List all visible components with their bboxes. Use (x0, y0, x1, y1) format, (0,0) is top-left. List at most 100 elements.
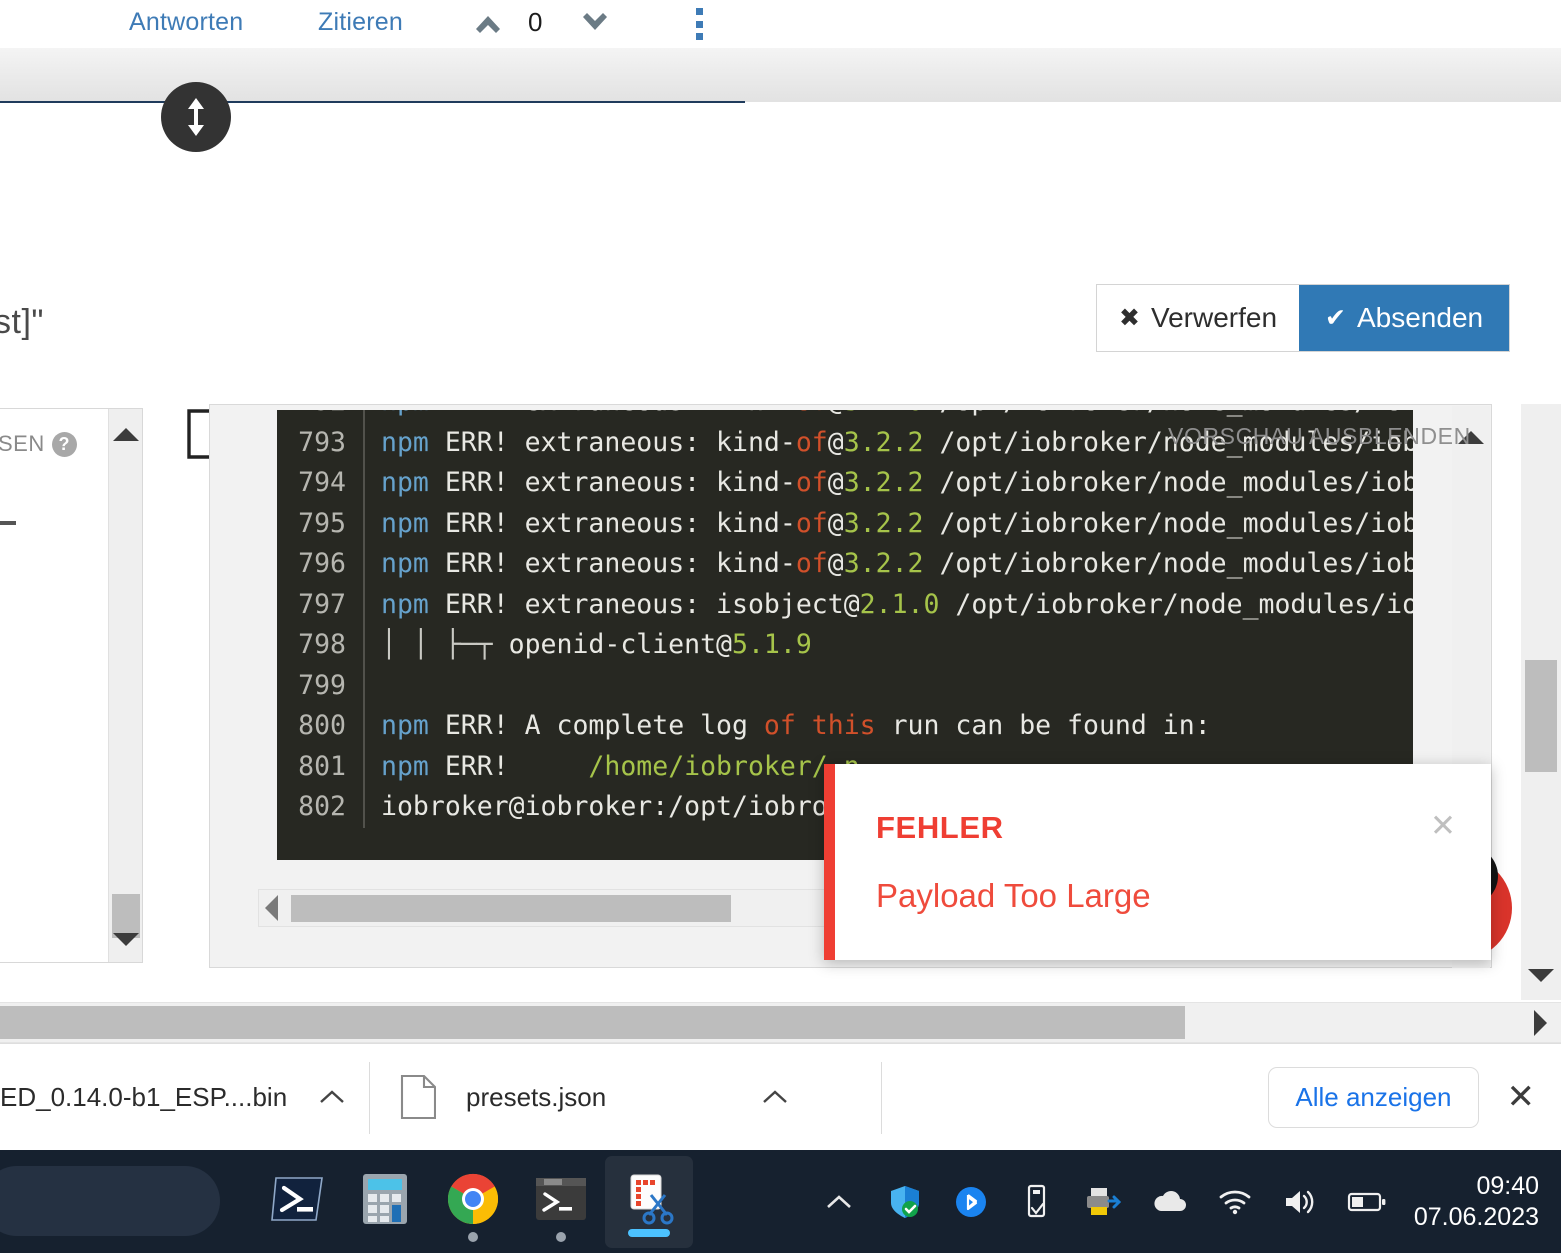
terminal-text: of (796, 410, 828, 417)
terminal-line-number: 794 (277, 463, 365, 504)
terminal-text: npm (381, 710, 429, 741)
terminal-text: @ (827, 507, 844, 539)
upvote-icon[interactable] (470, 8, 506, 38)
taskbar-clock[interactable]: 09:40 07.06.2023 (1400, 1171, 1561, 1233)
terminal-line: 796 npm ERR! extraneous: kind-of@3.2.2 /o… (277, 544, 1413, 585)
download-item-bin[interactable]: ED_0.14.0-b1_ESP....bin (0, 1044, 370, 1151)
error-toast: FEHLER Payload Too Large ✕ (824, 764, 1491, 960)
terminal-text: npm (381, 548, 429, 579)
taskbar-app-snipping-tool[interactable] (605, 1155, 693, 1248)
terminal-text: @ (827, 548, 844, 579)
terminal-text: of (795, 507, 828, 539)
terminal-text: 5.1.0 (844, 410, 924, 417)
page-horizontal-scrollbar[interactable] (0, 1002, 1561, 1043)
scroll-right-icon[interactable] (1534, 1010, 1547, 1036)
safely-remove-usb-icon[interactable] (1004, 1150, 1070, 1253)
cross-icon: ✖ (1119, 303, 1140, 332)
vertical-resize-icon[interactable] (161, 82, 231, 152)
chrome-icon (446, 1172, 500, 1231)
terminal-text: npm (381, 507, 429, 539)
quote-link[interactable]: Zitieren (318, 8, 403, 37)
terminal-line-number: 797 (277, 584, 365, 625)
terminal-text: /opt/iobroker/node_modules/iobro (923, 548, 1413, 579)
scroll-up-icon[interactable] (1454, 420, 1488, 454)
terminal-text: npm (381, 588, 429, 620)
taskbar-app-chrome[interactable] (429, 1150, 517, 1253)
discard-button[interactable]: ✖ Verwerfen (1097, 285, 1300, 351)
snipping-tool-icon (623, 1171, 675, 1232)
terminal-text: npm (381, 426, 429, 458)
terminal-text: /opt/iobroker/node_modules/iobro (923, 507, 1413, 539)
reply-link[interactable]: Antworten (129, 8, 243, 37)
calculator-icon (360, 1172, 410, 1231)
submit-button[interactable]: ✔ Absenden (1299, 285, 1510, 351)
vote-count: 0 (528, 7, 543, 37)
terminal-text: /opt/iobroker/node_modules/iobro (923, 426, 1413, 458)
bluetooth-icon[interactable] (938, 1150, 1004, 1253)
show-hidden-icons-icon[interactable] (806, 1150, 872, 1253)
terminal-text: @ (828, 410, 844, 417)
printer-icon[interactable] (1070, 1150, 1136, 1253)
terminal-line-number: 792 (277, 410, 365, 423)
kebab-menu-icon[interactable] (692, 8, 712, 40)
toast-message: Payload Too Large (876, 877, 1151, 914)
onedrive-icon[interactable] (1136, 1150, 1202, 1253)
volume-icon[interactable] (1268, 1150, 1334, 1253)
terminal-line: 792 npm ERR! extraneous: kind-of@5.1.0 /o… (277, 410, 1413, 423)
post-title-fragment: st]" (0, 303, 44, 341)
terminal-text: /home/iobroker/.n (588, 750, 860, 782)
show-all-downloads-button[interactable]: Alle anzeigen (1268, 1066, 1479, 1128)
terminal-text: ERR! extraneous: isobject@ (428, 588, 860, 620)
side-panel-label-group: SEN ? (0, 431, 77, 457)
page-vertical-scrollbar[interactable] (1521, 404, 1561, 1000)
terminal-line-number: 802 (277, 787, 365, 828)
powershell-icon (270, 1172, 324, 1231)
terminal-text: @ (827, 467, 844, 498)
terminal-text: @ (827, 426, 844, 458)
terminal-text: of (795, 426, 828, 458)
chevron-up-icon[interactable] (313, 1078, 351, 1116)
taskbar-search-box[interactable] (0, 1166, 220, 1236)
scrollbar-thumb[interactable] (0, 1006, 1185, 1039)
terminal-text: of this (763, 710, 876, 741)
terminal-text: 3.2.2 (843, 467, 924, 498)
terminal-line: 800 npm ERR! A complete log of this run c… (277, 706, 1413, 747)
terminal-text: │ │ ├─┬ (381, 629, 509, 660)
scrollbar-thumb[interactable] (291, 895, 731, 922)
battery-icon[interactable] (1334, 1150, 1400, 1253)
wifi-icon[interactable] (1202, 1150, 1268, 1253)
terminal-text: npm (381, 410, 429, 417)
editor-zone: st]" ✖ Verwerfen ✔ Absenden (0, 103, 1561, 459)
scroll-left-icon[interactable] (265, 895, 278, 921)
side-panel-scrollbar[interactable] (108, 409, 142, 962)
scroll-up-icon[interactable] (109, 417, 143, 451)
file-icon (400, 1074, 437, 1120)
close-icon[interactable]: ✕ (1430, 810, 1456, 841)
terminal-line-number: 798 (277, 625, 365, 666)
windows-defender-icon[interactable] (872, 1150, 938, 1253)
side-panel-dash (0, 521, 16, 525)
terminal-line-number: 796 (277, 544, 365, 585)
discard-button-label: Verwerfen (1150, 302, 1278, 333)
terminal-text: ERR! extraneous: kind- (428, 507, 796, 539)
submit-button-label: Absenden (1356, 302, 1484, 333)
running-indicator (468, 1232, 478, 1242)
terminal-text: 3.2.2 (843, 548, 924, 579)
terminal-line: 793 npm ERR! extraneous: kind-of@3.2.2 /o… (277, 422, 1413, 463)
scroll-down-icon[interactable] (109, 922, 143, 956)
close-icon[interactable]: ✕ (1507, 1077, 1536, 1117)
terminal-icon (534, 1176, 588, 1227)
downvote-icon[interactable] (577, 8, 613, 38)
question-mark-icon[interactable]: ? (51, 431, 77, 457)
terminal-line: 794 npm ERR! extraneous: kind-of@3.2.2 /o… (277, 463, 1413, 504)
taskbar-app-terminal[interactable] (517, 1150, 605, 1253)
terminal-text: openid-client@ (508, 629, 733, 660)
terminal-text: npm (381, 750, 429, 782)
scrollbar-thumb[interactable] (1525, 660, 1557, 772)
taskbar-app-calculator[interactable] (341, 1150, 429, 1253)
scroll-down-icon[interactable] (1524, 958, 1558, 992)
taskbar-app-powershell[interactable] (253, 1150, 341, 1253)
chevron-up-icon[interactable] (756, 1078, 794, 1116)
download-item-json[interactable]: presets.json (370, 1044, 882, 1151)
terminal-text: ERR! extraneous: kind- (429, 410, 796, 417)
